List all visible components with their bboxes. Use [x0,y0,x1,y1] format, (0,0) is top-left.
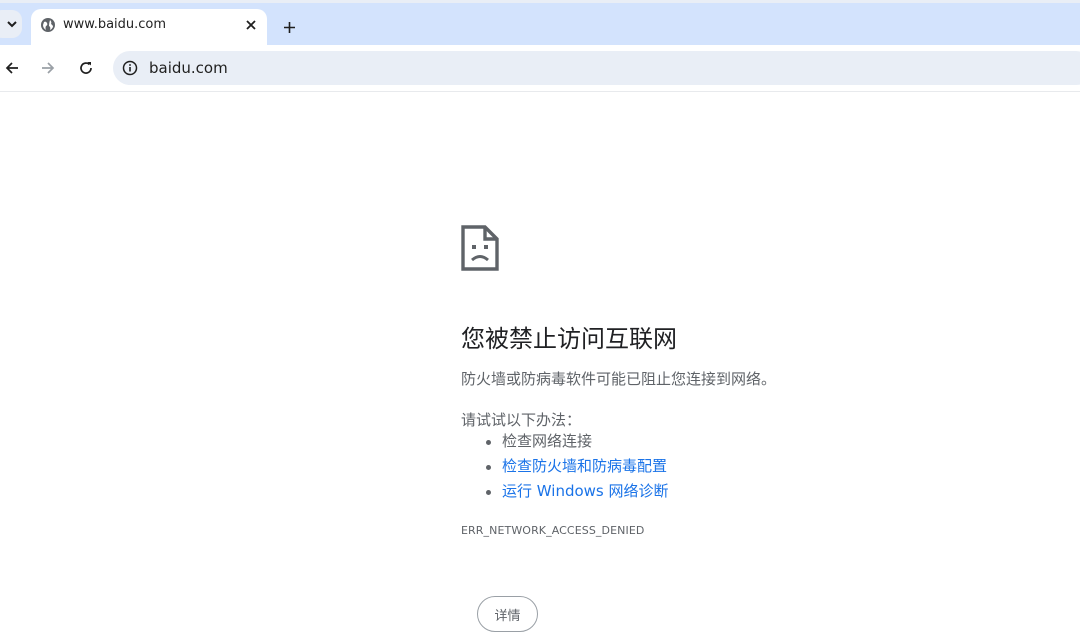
back-button[interactable] [0,56,24,80]
tab-title: www.baidu.com [63,17,167,32]
close-icon [246,20,256,30]
plus-icon [283,21,295,33]
site-info-button[interactable] [121,59,139,77]
suggestion-check-firewall: 检查防火墙和防病毒配置 [486,454,669,479]
tab-search-button[interactable] [0,10,22,38]
globe-icon [41,18,55,32]
arrow-right-icon [42,62,55,74]
new-tab-button[interactable] [278,16,300,38]
network-diagnostics-link[interactable]: 运行 Windows 网络诊断 [502,482,669,500]
active-tab[interactable]: www.baidu.com [31,9,267,48]
reload-icon [80,62,92,74]
suggestion-run-diagnostics: 运行 Windows 网络诊断 [486,479,669,504]
sad-file-icon [461,225,499,271]
info-icon [122,60,138,76]
browser-toolbar [0,45,1080,92]
suggestions-label: 请试试以下办法： [461,411,582,429]
suggestion-text: 检查网络连接 [502,432,593,450]
error-description: 防火墙或防病毒软件可能已阻止您连接到网络。 [461,370,777,388]
suggestion-check-network: 检查网络连接 [486,429,669,454]
url-input[interactable] [149,58,849,78]
arrow-left-icon [5,62,18,74]
tab-close-button[interactable] [243,17,259,33]
tab-strip: www.baidu.com [0,0,1080,48]
forward-button[interactable] [36,56,60,80]
reload-button[interactable] [74,56,98,80]
check-firewall-link[interactable]: 检查防火墙和防病毒配置 [502,457,667,475]
address-bar[interactable] [113,51,1080,85]
error-code: ERR_NETWORK_ACCESS_DENIED [461,524,645,537]
error-title: 您被禁止访问互联网 [461,325,677,353]
suggestions-list: 检查网络连接 检查防火墙和防病毒配置 运行 Windows 网络诊断 [461,429,669,504]
chevron-down-icon [7,21,17,28]
details-button[interactable]: 详情 [477,596,538,632]
